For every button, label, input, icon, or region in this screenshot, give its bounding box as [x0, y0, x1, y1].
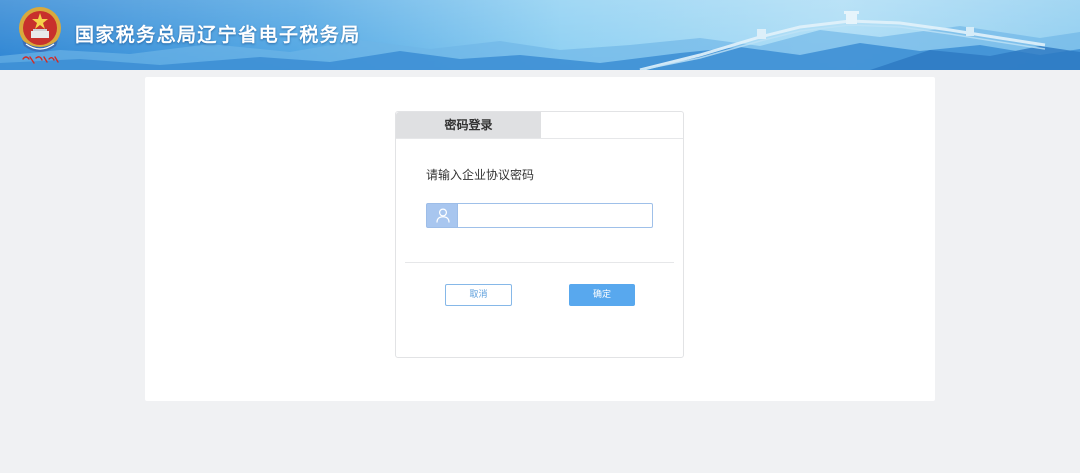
password-input-group: [426, 203, 653, 228]
password-prompt-label: 请输入企业协议密码: [426, 168, 535, 182]
cancel-button[interactable]: 取消: [445, 284, 512, 306]
site-title: 国家税务总局辽宁省电子税务局: [75, 24, 361, 46]
divider: [405, 262, 674, 263]
tax-emblem-icon: [19, 7, 61, 64]
user-icon: [426, 203, 458, 228]
login-tab-bar: 密码登录: [396, 112, 683, 139]
login-box: 密码登录 请输入企业协议密码 取消 确定: [395, 111, 684, 358]
tab-password-login[interactable]: 密码登录: [396, 112, 541, 138]
site-header: 国家税务总局辽宁省电子税务局: [0, 0, 1080, 70]
password-input[interactable]: [458, 203, 653, 228]
confirm-button[interactable]: 确定: [569, 284, 635, 306]
